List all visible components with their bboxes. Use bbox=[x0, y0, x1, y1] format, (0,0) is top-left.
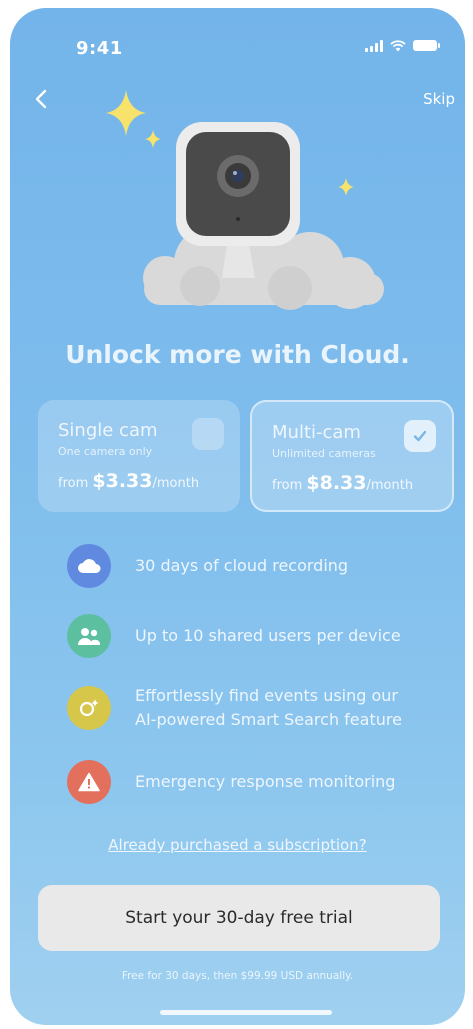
sparkle-icon bbox=[106, 90, 146, 136]
feature-text: Emergency response monitoring bbox=[135, 772, 396, 791]
status-time: 9:41 bbox=[76, 38, 123, 59]
sparkle-icon bbox=[145, 130, 161, 148]
sparkle-icon bbox=[338, 178, 354, 196]
price-suffix: /month bbox=[152, 476, 200, 491]
status-bar: 9:41 bbox=[10, 8, 465, 88]
plan-checkbox[interactable] bbox=[192, 418, 224, 450]
signal-icon bbox=[365, 40, 383, 52]
already-purchased-link[interactable]: Already purchased a subscription? bbox=[10, 836, 465, 854]
feature-item: 30 days of cloud recording bbox=[67, 544, 348, 588]
warning-icon bbox=[67, 760, 111, 804]
feature-item: Up to 10 shared users per device bbox=[67, 614, 401, 658]
plan-price: $3.33 bbox=[92, 470, 153, 492]
feature-item: Emergency response monitoring bbox=[67, 760, 395, 804]
status-icons bbox=[365, 40, 440, 52]
camera-cloud-illustration bbox=[106, 90, 384, 310]
check-icon bbox=[413, 430, 427, 442]
plan-checkbox[interactable] bbox=[404, 420, 436, 452]
plan-card-multi-cam[interactable]: Multi-cam Unlimited cameras from $8.33/m… bbox=[250, 400, 454, 512]
plan-price-row: from $3.33/month bbox=[58, 470, 199, 492]
plan-price-row: from $8.33/month bbox=[272, 472, 413, 494]
pricing-fine-print: Free for 30 days, then $99.99 USD annual… bbox=[121, 970, 354, 982]
battery-icon bbox=[413, 40, 440, 51]
price-suffix: /month bbox=[366, 478, 414, 493]
page-title: Unlock more with Cloud. bbox=[65, 340, 410, 369]
price-prefix: from bbox=[272, 478, 307, 493]
feature-item: Effortlessly find events using our AI-po… bbox=[67, 684, 415, 732]
feature-text: 30 days of cloud recording bbox=[135, 556, 349, 575]
users-icon bbox=[67, 614, 111, 658]
phone-screen: 9:41 Skip Unlock more with Cloud. Single… bbox=[10, 8, 465, 1025]
plan-card-single-cam[interactable]: Single cam One camera only from $3.33/mo… bbox=[38, 400, 240, 512]
feature-text: Up to 10 shared users per device bbox=[135, 626, 401, 645]
start-free-trial-button[interactable]: Start your 30-day free trial bbox=[38, 885, 440, 951]
plan-price: $8.33 bbox=[306, 472, 367, 494]
cloud-icon bbox=[67, 544, 111, 588]
wifi-icon bbox=[390, 40, 406, 52]
home-indicator bbox=[160, 1010, 332, 1015]
smart-search-icon bbox=[67, 686, 111, 730]
price-prefix: from bbox=[58, 476, 93, 491]
feature-text: Effortlessly find events using our AI-po… bbox=[135, 686, 402, 729]
